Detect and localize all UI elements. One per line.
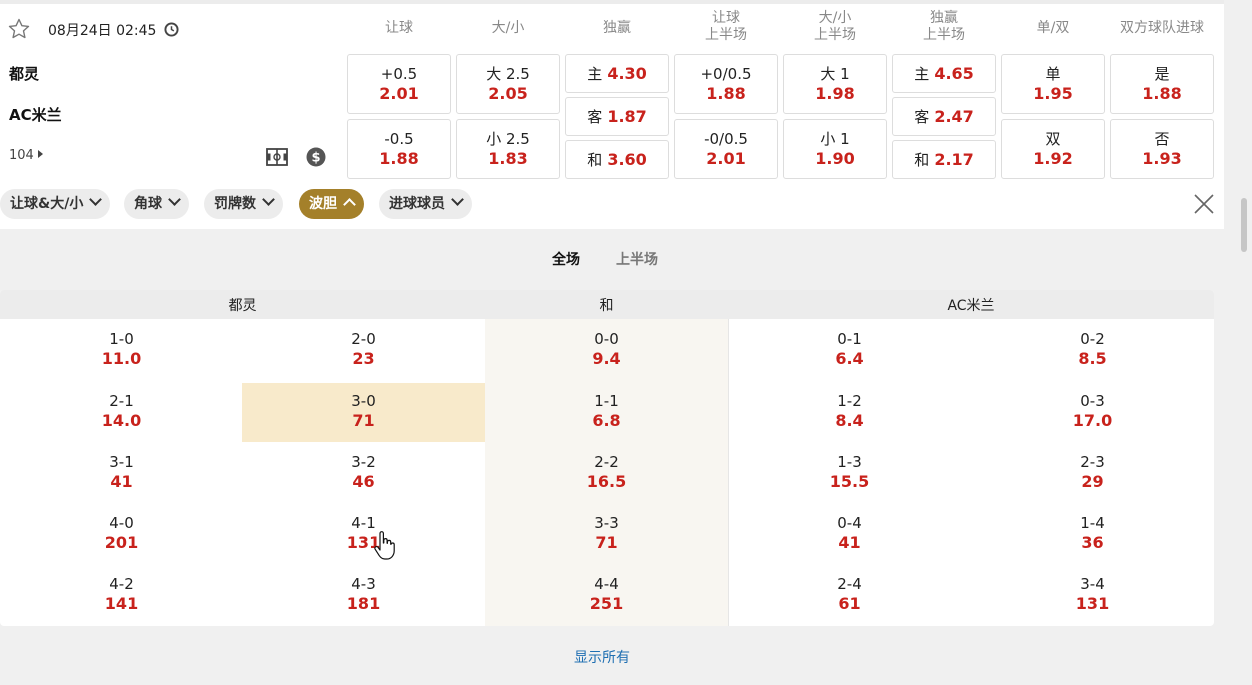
score-cell-2-2[interactable]: 2-2 16.5 xyxy=(485,453,728,491)
score-cell-4-2[interactable]: 4-2 141 xyxy=(0,575,243,613)
more-markets-link[interactable]: 104 xyxy=(9,148,43,163)
odds-button-under[interactable]: 小 2.5 1.83 xyxy=(456,119,560,179)
chevron-down-icon xyxy=(89,193,103,206)
filter-pill-correct-score[interactable]: 波胆 xyxy=(299,189,364,219)
score-cell-0-3[interactable]: 0-3 17.0 xyxy=(971,392,1214,430)
filter-pill-cards[interactable]: 罚牌数 xyxy=(204,189,283,219)
score-cell-1-1[interactable]: 1-1 6.8 xyxy=(485,392,728,430)
odds-button-handicap-1h-home[interactable]: +0/0.5 1.88 xyxy=(674,54,778,114)
match-datetime: 08月24日 02:45 xyxy=(48,23,157,39)
score-cell-2-4[interactable]: 2-4 61 xyxy=(728,575,971,613)
pitch-icon[interactable] xyxy=(266,147,288,167)
col-header-over-under-1h: 大/小 上半场 xyxy=(814,10,856,43)
score-cell-4-0[interactable]: 4-0 201 xyxy=(0,514,243,552)
score-cell-2-0[interactable]: 2-0 23 xyxy=(242,330,485,368)
score-cell-0-4[interactable]: 0-4 41 xyxy=(728,514,971,552)
score-cell-4-1[interactable]: 4-1 131 xyxy=(242,514,485,552)
score-cell-0-2[interactable]: 0-2 8.5 xyxy=(971,330,1214,368)
odds-button-moneyline-away[interactable]: 客 1.87 xyxy=(565,97,669,136)
odds-button-btts-no[interactable]: 否 1.93 xyxy=(1110,119,1214,179)
score-cell-4-4[interactable]: 4-4 251 xyxy=(485,575,728,613)
show-all-link[interactable]: 显示所有 xyxy=(574,647,630,667)
odds-button-moneyline-1h-home[interactable]: 主 4.65 xyxy=(892,54,996,93)
score-cell-3-2[interactable]: 3-2 46 xyxy=(242,453,485,491)
chevron-down-icon xyxy=(262,193,275,206)
odds-button-handicap-home[interactable]: +0.5 2.01 xyxy=(347,54,451,114)
odds-button-over[interactable]: 大 2.5 2.05 xyxy=(456,54,560,114)
tab-first-half[interactable]: 上半场 xyxy=(616,249,658,269)
clock-icon xyxy=(164,22,179,37)
score-cell-1-3[interactable]: 1-3 15.5 xyxy=(728,453,971,491)
score-cell-3-4[interactable]: 3-4 131 xyxy=(971,575,1214,613)
score-cell-1-0[interactable]: 1-0 11.0 xyxy=(0,330,243,368)
odds-button-moneyline-draw[interactable]: 和 3.60 xyxy=(565,140,669,179)
favorite-star-icon[interactable] xyxy=(7,17,31,41)
score-cell-4-3[interactable]: 4-3 181 xyxy=(242,575,485,613)
odds-button-btts-yes[interactable]: 是 1.88 xyxy=(1110,54,1214,114)
col-header-over-under: 大/小 xyxy=(491,20,525,36)
col-header-odd-even: 单/双 xyxy=(1036,20,1070,36)
col-header-btts: 双方球队进球 xyxy=(1120,20,1204,36)
grid-header-home: 都灵 xyxy=(0,290,485,319)
grid-header-draw: 和 xyxy=(485,290,728,319)
close-icon[interactable] xyxy=(1193,193,1215,215)
col-header-moneyline-1h: 独赢 上半场 xyxy=(923,10,965,43)
col-header-moneyline: 独赢 xyxy=(603,20,631,36)
odds-button-moneyline-home[interactable]: 主 4.30 xyxy=(565,54,669,93)
score-cell-0-1[interactable]: 0-1 6.4 xyxy=(728,330,971,368)
home-team-name: 都灵 xyxy=(9,65,40,83)
odds-button-moneyline-1h-away[interactable]: 客 2.47 xyxy=(892,97,996,136)
away-team-name: AC米兰 xyxy=(9,106,62,124)
chevron-up-icon xyxy=(343,198,356,211)
filter-pill-corners[interactable]: 角球 xyxy=(124,189,189,219)
score-cell-2-3[interactable]: 2-3 29 xyxy=(971,453,1214,491)
hand-cursor-icon xyxy=(374,531,395,560)
grid-header-away: AC米兰 xyxy=(728,290,1214,319)
col-header-handicap: 让球 xyxy=(385,20,413,36)
odds-button-moneyline-1h-draw[interactable]: 和 2.17 xyxy=(892,140,996,179)
svg-text:$: $ xyxy=(311,151,320,166)
more-markets-count: 104 xyxy=(9,148,34,163)
tab-full-time[interactable]: 全场 xyxy=(552,249,580,269)
score-cell-0-0[interactable]: 0-0 9.4 xyxy=(485,330,728,368)
score-cell-1-2[interactable]: 1-2 8.4 xyxy=(728,392,971,430)
score-cell-2-1[interactable]: 2-1 14.0 xyxy=(0,392,243,430)
score-cell-1-4[interactable]: 1-4 36 xyxy=(971,514,1214,552)
odds-button-under-1h[interactable]: 小 1 1.90 xyxy=(783,119,887,179)
odds-button-handicap-away[interactable]: -0.5 1.88 xyxy=(347,119,451,179)
score-cell-3-0[interactable]: 3-0 71 xyxy=(242,392,485,430)
score-cell-3-1[interactable]: 3-1 41 xyxy=(0,453,243,491)
chevron-down-icon xyxy=(168,193,181,206)
odds-button-even[interactable]: 双 1.92 xyxy=(1001,119,1105,179)
caret-right-icon xyxy=(37,150,43,158)
chevron-down-icon xyxy=(451,193,464,206)
filter-pill-handicap-ou[interactable]: 让球&大/小 xyxy=(0,189,111,219)
odds-button-over-1h[interactable]: 大 1 1.98 xyxy=(783,54,887,114)
scrollbar-thumb[interactable] xyxy=(1241,198,1247,252)
cashout-icon[interactable]: $ xyxy=(306,147,326,167)
odds-button-odd[interactable]: 单 1.95 xyxy=(1001,54,1105,114)
odds-button-handicap-1h-away[interactable]: -0/0.5 2.01 xyxy=(674,119,778,179)
score-cell-3-3[interactable]: 3-3 71 xyxy=(485,514,728,552)
correct-score-grid: 都灵 和 AC米兰 1-0 11.0 2-0 23 0-0 9.4 0-1 6.4 0-… xyxy=(0,290,1214,626)
col-header-handicap-1h: 让球 上半场 xyxy=(705,10,747,43)
filter-pill-goalscorer[interactable]: 进球球员 xyxy=(379,189,472,219)
